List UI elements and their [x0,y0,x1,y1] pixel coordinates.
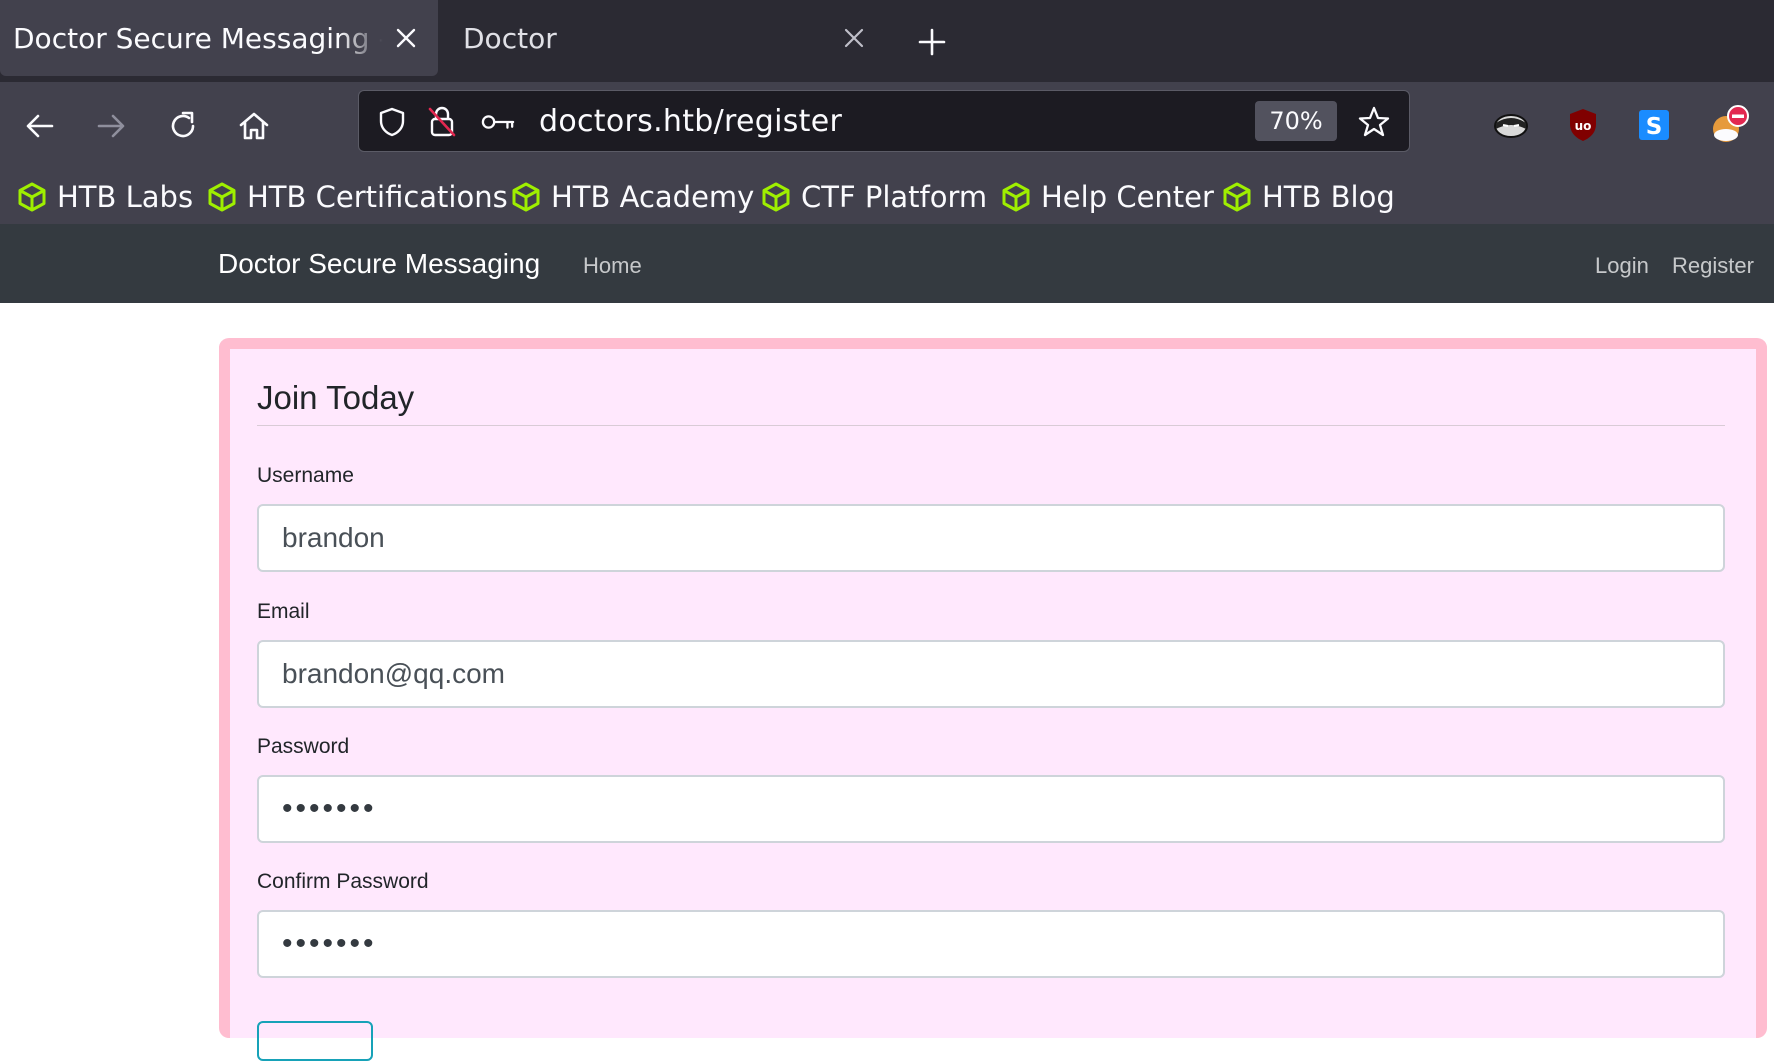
bookmark-label: HTB Certifications [247,180,508,214]
register-form-card: Join Today Username brandon Email brando… [219,338,1767,1061]
browser-tab-strip: Doctor Secure Messaging - R Doctor [0,0,1774,82]
confirm-password-label: Confirm Password [257,870,429,893]
reload-icon[interactable] [163,106,203,146]
home-icon[interactable] [234,106,274,146]
browser-navigation-toolbar: doctors.htb/register 70% uo S [0,82,1774,170]
htb-cube-icon [1001,182,1031,212]
tracking-protection-shield-icon[interactable] [375,105,409,139]
password-label: Password [257,735,350,758]
bookmark-htb-academy[interactable]: HTB Academy [511,176,754,218]
tab-doctor-secure-messaging[interactable]: Doctor Secure Messaging - R [0,0,438,76]
htb-cube-icon [17,182,47,212]
username-label: Username [257,464,354,487]
close-tab-icon[interactable] [838,22,870,54]
new-tab-plus-icon[interactable] [912,22,952,62]
bookmark-ctf-platform[interactable]: CTF Platform [761,176,987,218]
svg-text:uo: uo [1575,119,1592,133]
bookmark-star-icon[interactable] [1357,105,1391,139]
svg-text:S: S [1646,114,1663,140]
nav-home-link[interactable]: Home [583,253,642,279]
tab-doctor[interactable]: Doctor [450,0,870,76]
sign-up-button[interactable] [257,1021,373,1061]
form-legend: Join Today [257,379,415,416]
bookmark-htb-labs[interactable]: HTB Labs [17,176,193,218]
htb-cube-icon [761,182,791,212]
bookmark-label: HTB Academy [551,180,755,214]
back-arrow-icon[interactable] [20,106,60,146]
bookmark-help-center[interactable]: Help Center [1001,176,1214,218]
bookmark-htb-blog[interactable]: HTB Blog [1222,176,1395,218]
blocker-extension-icon[interactable] [1708,104,1750,146]
confirm-password-input[interactable]: ••••••• [257,910,1725,978]
url-bar[interactable]: doctors.htb/register 70% [358,90,1410,152]
legend-divider [257,425,1725,426]
username-input[interactable]: brandon [257,504,1725,572]
insecure-lock-icon[interactable] [425,105,459,139]
bookmark-label: Help Center [1041,180,1214,214]
email-label: Email [257,600,310,623]
bookmark-label: CTF Platform [801,180,988,214]
password-input[interactable]: ••••••• [257,775,1725,843]
bookmark-label: HTB Labs [57,180,194,214]
nav-register-link[interactable]: Register [1672,253,1754,279]
email-input[interactable]: brandon@qq.com [257,640,1725,708]
tab-title: Doctor [463,21,557,55]
bookmarks-toolbar: HTB Labs HTB Certifications HTB Academy … [0,170,1774,225]
bookmark-htb-certifications[interactable]: HTB Certifications [207,176,508,218]
htb-cube-icon [511,182,541,212]
site-navbar: Doctor Secure Messaging Home Login Regis… [0,224,1774,303]
close-tab-icon[interactable] [390,22,422,54]
tab-title: Doctor Secure Messaging - R [13,21,383,55]
ninja-extension-icon[interactable] [1490,104,1532,146]
url-text[interactable]: doctors.htb/register [539,104,842,139]
nav-login-link[interactable]: Login [1595,253,1649,279]
htb-cube-icon [207,182,237,212]
s-extension-icon[interactable]: S [1633,104,1675,146]
forward-arrow-icon[interactable] [91,106,131,146]
htb-cube-icon [1222,182,1252,212]
ublock-origin-icon[interactable]: uo [1562,104,1604,146]
site-brand-link[interactable]: Doctor Secure Messaging [218,248,540,280]
zoom-level-badge[interactable]: 70% [1255,101,1337,141]
bookmark-label: HTB Blog [1262,180,1395,214]
key-icon[interactable] [481,105,515,139]
